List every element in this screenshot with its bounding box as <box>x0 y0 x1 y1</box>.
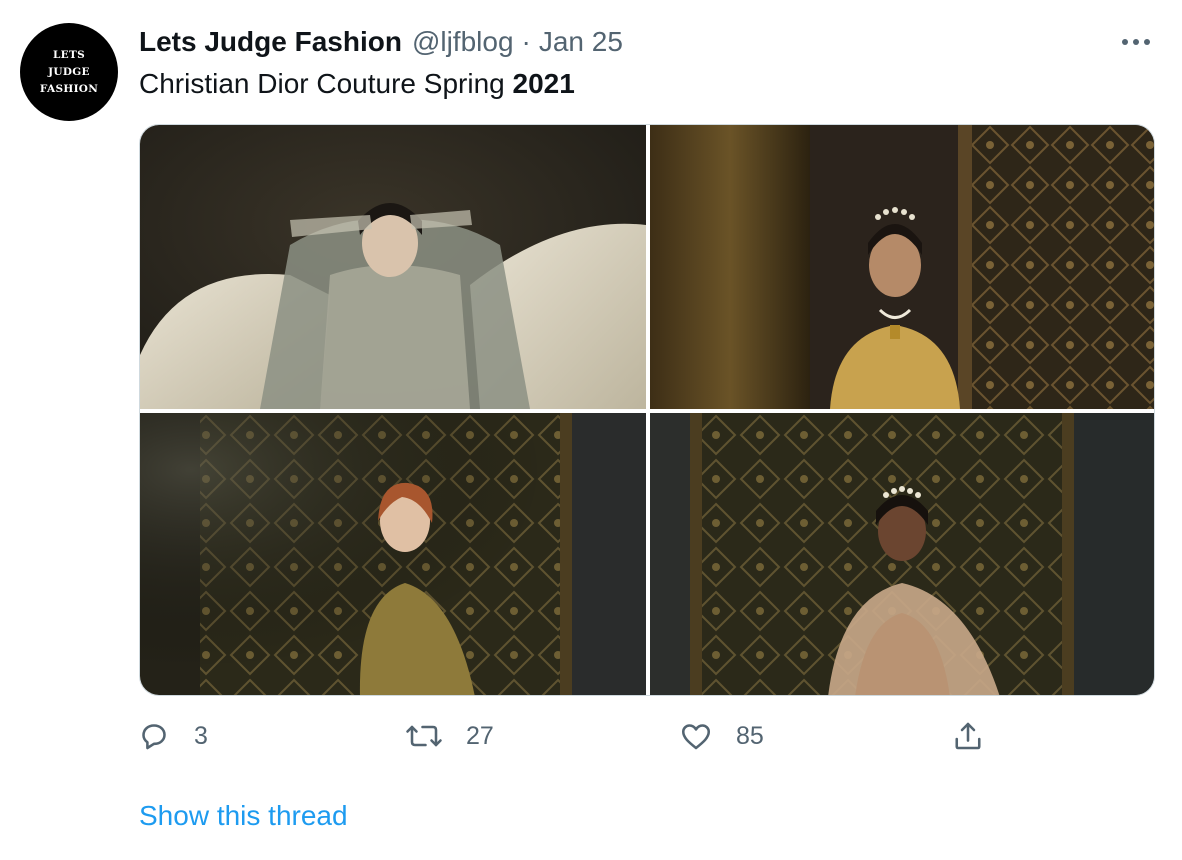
like-count: 85 <box>736 721 764 750</box>
tweet-text: Christian Dior Couture Spring 2021 <box>139 66 575 102</box>
tweet-text-plain: Christian Dior Couture Spring <box>139 68 513 99</box>
photo-4-image <box>650 413 1154 695</box>
reply-count: 3 <box>194 721 208 750</box>
retweet-button[interactable]: 27 <box>404 716 494 756</box>
media-grid <box>139 124 1155 696</box>
like-button[interactable]: 85 <box>678 716 764 756</box>
heart-icon <box>681 724 711 750</box>
photo-2[interactable] <box>650 125 1154 409</box>
tweet-header: Lets Judge Fashion @ljfblog · Jan 25 <box>139 24 623 60</box>
tweet-text-bold: 2021 <box>512 68 575 99</box>
photo-3-image <box>140 413 646 695</box>
separator-dot: · <box>521 26 531 57</box>
photo-1[interactable] <box>140 125 646 409</box>
photo-4[interactable] <box>650 413 1154 695</box>
reply-bubble-icon <box>142 724 166 750</box>
share-button[interactable] <box>950 716 986 756</box>
photo-1-image <box>140 125 646 409</box>
photo-3[interactable] <box>140 413 646 695</box>
reply-button[interactable]: 3 <box>136 716 208 756</box>
share-upload-icon <box>955 722 981 750</box>
show-thread-link[interactable]: Show this thread <box>139 800 348 832</box>
retweet-count: 27 <box>466 721 494 750</box>
avatar-logo-line-2: JUDGE <box>48 65 90 78</box>
photo-2-image <box>650 125 1154 409</box>
avatar-logo-line-3: FASHION <box>39 82 99 95</box>
more-horizontal-icon <box>1122 39 1150 45</box>
retweet-icon <box>406 725 442 747</box>
avatar[interactable]: LETS JUDGE FASHION <box>20 23 118 121</box>
tweet-card: LETS JUDGE FASHION Lets Judge Fashion @l… <box>0 0 1182 860</box>
more-button[interactable] <box>1116 30 1156 54</box>
user-handle[interactable]: @ljfblog <box>412 26 514 58</box>
display-name[interactable]: Lets Judge Fashion <box>139 26 402 58</box>
tweet-date[interactable]: Jan 25 <box>539 26 623 58</box>
avatar-logo-line-1: LETS <box>53 48 85 61</box>
